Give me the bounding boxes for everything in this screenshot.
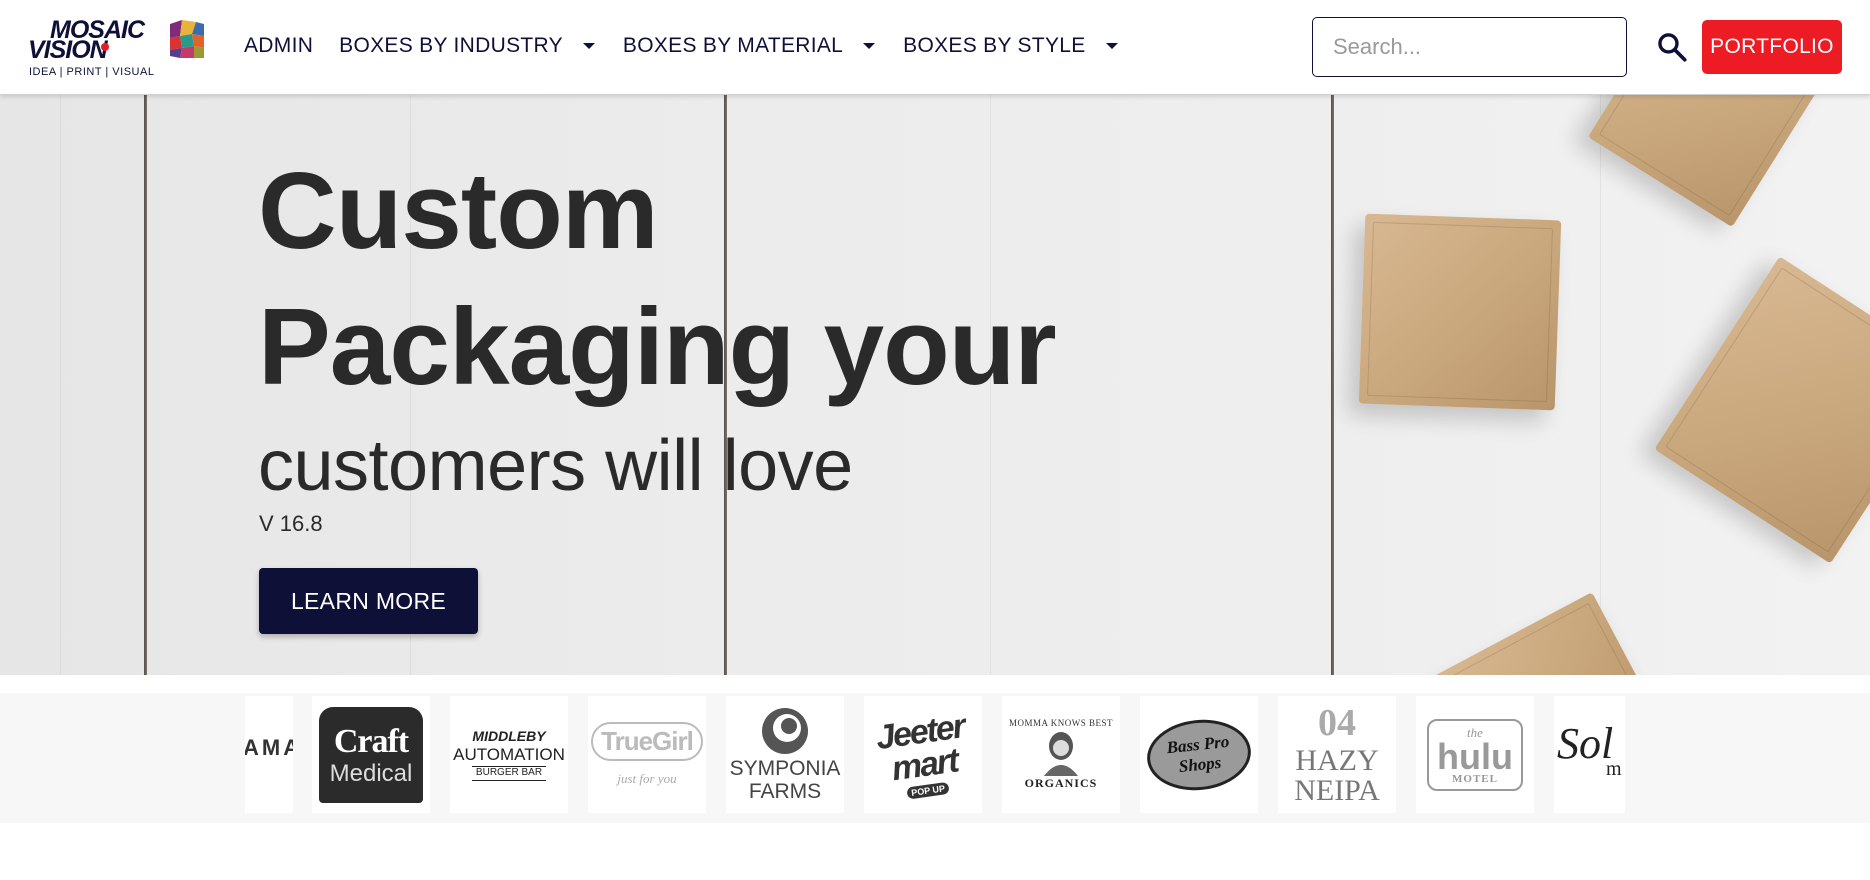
portfolio-button[interactable]: PORTFOLIO bbox=[1702, 20, 1842, 74]
client-logo[interactable]: Bass Pro Shops bbox=[1140, 696, 1258, 813]
client-logo-subtext: Shops bbox=[1177, 752, 1223, 776]
nav-boxes-by-material[interactable]: BOXES BY MATERIAL bbox=[622, 34, 876, 58]
wood-grain bbox=[1600, 95, 1601, 675]
nav-admin[interactable]: ADMIN bbox=[244, 34, 313, 58]
client-logo-subtext: FARMS bbox=[748, 779, 822, 803]
client-logo-subtext-2: MOTEL bbox=[1452, 772, 1498, 785]
client-logo[interactable]: AMA bbox=[245, 696, 293, 813]
client-logo[interactable]: MIDDLEBY AUTOMATION BURGER BAR bbox=[450, 696, 568, 813]
search-input[interactable] bbox=[1312, 17, 1627, 77]
client-logo[interactable]: Sol m bbox=[1554, 696, 1625, 813]
client-logo[interactable]: 04 HAZY NEIPA bbox=[1278, 696, 1396, 813]
client-logo[interactable]: SYMPONIA FARMS bbox=[726, 696, 844, 813]
client-logo-subtext: Medical bbox=[329, 759, 413, 787]
nav-boxes-by-industry-label: BOXES BY INDUSTRY bbox=[339, 34, 563, 57]
client-logo-text: Sol bbox=[1557, 719, 1614, 768]
plank-seam bbox=[144, 95, 147, 675]
client-logo-subtext: ORGANICS bbox=[1024, 776, 1098, 790]
nav-boxes-by-material-label: BOXES BY MATERIAL bbox=[622, 34, 844, 57]
nav-boxes-by-style[interactable]: BOXES BY STYLE bbox=[903, 34, 1118, 58]
client-logo[interactable]: MOMMA KNOWS BEST ORGANICS bbox=[1002, 696, 1120, 813]
client-logo[interactable]: Jeeter mart POP UP bbox=[864, 696, 982, 813]
main-menu: ADMIN BOXES BY INDUSTRY BOXES BY MATERIA… bbox=[244, 34, 1118, 58]
client-logo[interactable]: Craft Medical bbox=[312, 696, 430, 813]
cardboard-box-image bbox=[1358, 213, 1562, 411]
hero-subtitle: customers will love bbox=[258, 426, 853, 506]
mosaic-vision-logo[interactable]: MOSAIC VISION IDEA | PRINT | VISUAL bbox=[26, 14, 156, 80]
cardboard-box-image bbox=[1432, 592, 1668, 675]
client-logo[interactable]: TrueGirl just for you bbox=[588, 696, 706, 813]
logo-dot bbox=[101, 43, 109, 51]
hero-banner: Custom Packaging your customers will lov… bbox=[0, 95, 1870, 675]
portrait-icon bbox=[1043, 732, 1078, 776]
hero-title-line-1: Custom bbox=[258, 150, 659, 272]
client-logo-subtext: HAZY bbox=[1295, 743, 1379, 777]
client-logo-subtext-2: BURGER BAR bbox=[471, 766, 547, 781]
nav-boxes-by-style-label: BOXES BY STYLE bbox=[903, 34, 1086, 57]
cardboard-box-image bbox=[1587, 95, 1823, 228]
client-logo-text: AMA bbox=[245, 735, 293, 760]
client-logo-text: MIDDLEBY bbox=[472, 728, 546, 745]
hero-title: Custom Packaging your bbox=[258, 143, 1057, 415]
client-logo-subtext: m bbox=[1606, 758, 1622, 780]
caret-down-icon bbox=[1105, 43, 1118, 49]
client-logo-subtext: AUTOMATION bbox=[453, 745, 565, 765]
client-logo-text: Craft bbox=[333, 722, 409, 760]
nav-boxes-by-industry[interactable]: BOXES BY INDUSTRY bbox=[339, 34, 595, 58]
wood-grain bbox=[60, 95, 61, 675]
client-logo-subtext: mart bbox=[889, 741, 960, 788]
client-logo[interactable]: the hulu MOTEL bbox=[1416, 696, 1534, 813]
learn-more-button[interactable]: LEARN MORE bbox=[259, 568, 478, 634]
client-logo-subtext: hulu bbox=[1437, 735, 1513, 777]
search-icon[interactable] bbox=[1655, 30, 1689, 64]
hero-title-line-2: Packaging your bbox=[258, 286, 1057, 408]
client-logo-subtext-2: NEIPA bbox=[1294, 773, 1380, 807]
caret-down-icon bbox=[582, 43, 595, 49]
client-logo-text: 04 bbox=[1317, 701, 1356, 744]
plank-seam bbox=[1331, 95, 1334, 675]
client-logo-carousel[interactable]: AMA Craft Medical MIDDLEBY AUTOMATION BU… bbox=[0, 693, 1870, 823]
caret-down-icon bbox=[863, 43, 876, 49]
swirl-icon bbox=[761, 708, 808, 755]
logo-tagline: IDEA | PRINT | VISUAL bbox=[29, 66, 155, 78]
client-logo-text: SYMPONIA bbox=[729, 757, 841, 781]
version-label: V 16.8 bbox=[259, 511, 323, 536]
top-navbar: MOSAIC VISION IDEA | PRINT | VISUAL ADMI… bbox=[0, 0, 1870, 95]
mosaic-tile-icon bbox=[170, 20, 204, 58]
client-logo-text: Bass Pro bbox=[1165, 731, 1231, 757]
client-logo-subtext: just for you bbox=[617, 771, 677, 786]
client-logo-text: MOMMA KNOWS BEST bbox=[1008, 718, 1113, 728]
client-logo-text: TrueGirl bbox=[591, 722, 703, 761]
logo-line-2: VISION bbox=[28, 36, 108, 64]
nav-admin-label: ADMIN bbox=[244, 34, 314, 57]
cardboard-box-image bbox=[1654, 256, 1870, 564]
